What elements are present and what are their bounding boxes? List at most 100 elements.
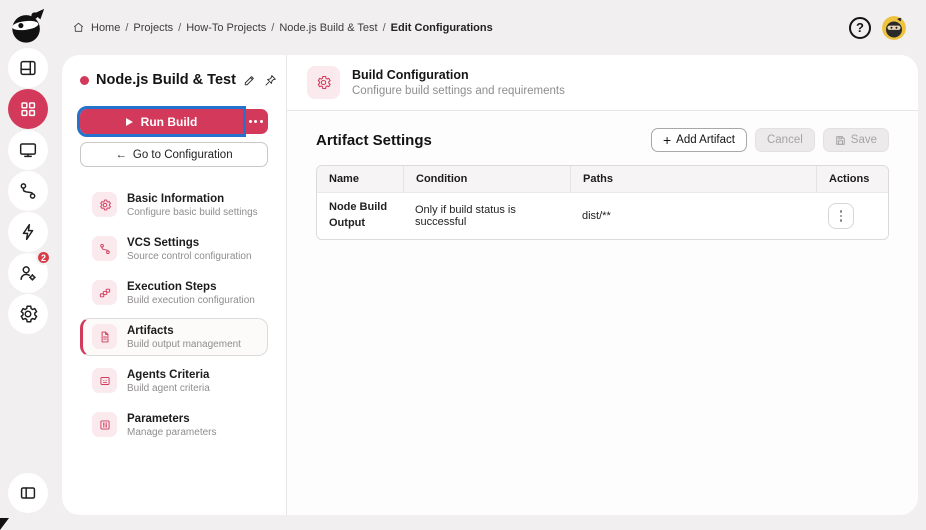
gear-icon (20, 305, 38, 323)
steps-icon (92, 280, 117, 305)
config-nav: Basic Information Configure basic build … (80, 186, 268, 444)
nav-item-subtitle: Manage parameters (127, 427, 217, 438)
section-header-row: Artifact Settings + Add Artifact Cancel (316, 128, 889, 152)
rail-button-collapse-sidebar[interactable] (8, 473, 48, 513)
page-subtitle: Configure build settings and requirement… (352, 85, 565, 97)
play-icon (125, 117, 133, 126)
table-header-row: Name Condition Paths Actions (317, 166, 888, 192)
artifact-name-cell: Node Build Output (329, 201, 388, 229)
main-body: Artifact Settings + Add Artifact Cancel (287, 111, 918, 240)
breadcrumb-howto-projects[interactable]: How-To Projects (186, 22, 266, 34)
artifact-paths-cell: dist/** (582, 209, 611, 222)
table-row: Node Build Output Only if build status i… (317, 192, 888, 239)
rail-button-users[interactable]: 2 (8, 250, 51, 293)
monitor-icon (19, 143, 37, 158)
plus-icon: + (662, 132, 672, 148)
breadcrumb: Home / Projects / How-To Projects / Node… (72, 21, 493, 34)
question-mark-icon: ? (856, 20, 864, 35)
add-artifact-button[interactable]: + Add Artifact (650, 128, 747, 152)
row-actions-menu-button[interactable] (828, 202, 854, 229)
breadcrumb-edit-configurations: Edit Configurations (390, 21, 493, 34)
document-icon (92, 324, 117, 349)
rail-button-activity[interactable] (8, 212, 48, 252)
breadcrumb-separator: / (382, 21, 386, 34)
artifacts-table: Name Condition Paths Actions Node Build … (316, 165, 889, 240)
grid-icon (21, 102, 36, 117)
nav-item-title: Artifacts (127, 325, 174, 337)
page-title: Build Configuration (352, 68, 469, 82)
ninja-avatar-icon (882, 15, 906, 40)
goto-configuration-button[interactable]: ← Go to Configuration (80, 142, 268, 167)
save-disk-icon (835, 135, 845, 145)
ellipsis-icon (248, 120, 263, 123)
nav-item-parameters[interactable]: Parameters Manage parameters (80, 406, 268, 444)
nav-item-artifacts[interactable]: Artifacts Build output management (80, 318, 268, 356)
save-button[interactable]: Save (822, 128, 889, 152)
section-title: Artifact Settings (316, 131, 432, 149)
mouse-cursor (0, 518, 9, 530)
cancel-button[interactable]: Cancel (754, 128, 815, 152)
save-label: Save (850, 134, 877, 146)
run-build-button[interactable]: Run Build (77, 106, 246, 137)
rail-button-agents[interactable] (8, 130, 48, 170)
rail-button-dashboard[interactable] (8, 48, 48, 88)
gear-icon (92, 192, 117, 217)
content-card: Node.js Build & Test Run Build ← Go to C… (62, 55, 918, 515)
pin-icon[interactable] (264, 74, 277, 87)
branch-icon (92, 236, 117, 261)
project-panel: Node.js Build & Test Run Build ← Go to C… (62, 55, 287, 515)
nav-item-title: Parameters (127, 413, 190, 425)
column-header-actions: Actions (816, 166, 888, 192)
branch-icon (20, 183, 36, 199)
nav-item-vcs-settings[interactable]: VCS Settings Source control configuratio… (80, 230, 268, 268)
nav-item-agents-criteria[interactable]: Agents Criteria Build agent criteria (80, 362, 268, 400)
column-header-paths: Paths (570, 166, 816, 192)
breadcrumb-separator: / (125, 21, 129, 34)
robot-icon (92, 368, 117, 393)
rail-button-projects[interactable] (8, 89, 48, 129)
nav-item-title: Basic Information (127, 193, 225, 205)
top-bar: Home / Projects / How-To Projects / Node… (56, 0, 926, 55)
nav-item-basic-information[interactable]: Basic Information Configure basic build … (80, 186, 268, 224)
home-icon (73, 22, 84, 32)
lightning-icon (22, 223, 34, 241)
breadcrumb-build-config[interactable]: Node.js Build & Test (279, 22, 377, 34)
run-build-more-button[interactable] (243, 109, 268, 134)
add-artifact-label: Add Artifact (676, 134, 735, 146)
gear-icon (307, 66, 340, 99)
project-status-dot (80, 75, 89, 85)
help-button[interactable]: ? (849, 16, 871, 39)
breadcrumb-separator: / (178, 21, 182, 34)
goto-configuration-label: Go to Configuration (132, 148, 233, 161)
project-title: Node.js Build & Test (96, 72, 236, 88)
top-actions: ? (849, 15, 906, 40)
nav-item-subtitle: Build agent criteria (127, 383, 210, 394)
artifact-condition-cell: Only if build status is successful (415, 203, 516, 228)
breadcrumb-home[interactable]: Home (91, 22, 120, 34)
run-build-split-button: Run Build (77, 106, 268, 137)
nav-item-subtitle: Build execution configuration (127, 295, 255, 306)
project-title-row: Node.js Build & Test (80, 72, 276, 88)
breadcrumb-separator: / (271, 21, 275, 34)
run-build-label: Run Build (140, 114, 198, 129)
nav-item-title: Execution Steps (127, 281, 217, 293)
arrow-left-icon: ← (115, 148, 127, 161)
cancel-label: Cancel (766, 134, 803, 146)
icon-rail: 2 (0, 0, 56, 526)
rail-button-settings[interactable] (8, 294, 48, 334)
nav-item-subtitle: Source control configuration (127, 251, 252, 262)
collapse-panel-icon (20, 487, 36, 499)
edit-pencil-icon[interactable] (243, 74, 256, 87)
breadcrumb-projects[interactable]: Projects (133, 22, 173, 34)
layout-icon (20, 60, 36, 76)
vertical-ellipsis-icon (839, 210, 843, 222)
nav-item-title: VCS Settings (127, 237, 200, 249)
nav-item-execution-steps[interactable]: Execution Steps Build execution configur… (80, 274, 268, 312)
nav-item-subtitle: Configure basic build settings (127, 207, 258, 218)
user-avatar[interactable] (882, 15, 906, 40)
page-header: Build Configuration Configure build sett… (287, 55, 918, 111)
nav-item-subtitle: Build output management (127, 339, 241, 350)
brand-ninja-logo[interactable] (9, 7, 47, 45)
sliders-icon (92, 412, 117, 437)
rail-button-vcs[interactable] (8, 171, 48, 211)
